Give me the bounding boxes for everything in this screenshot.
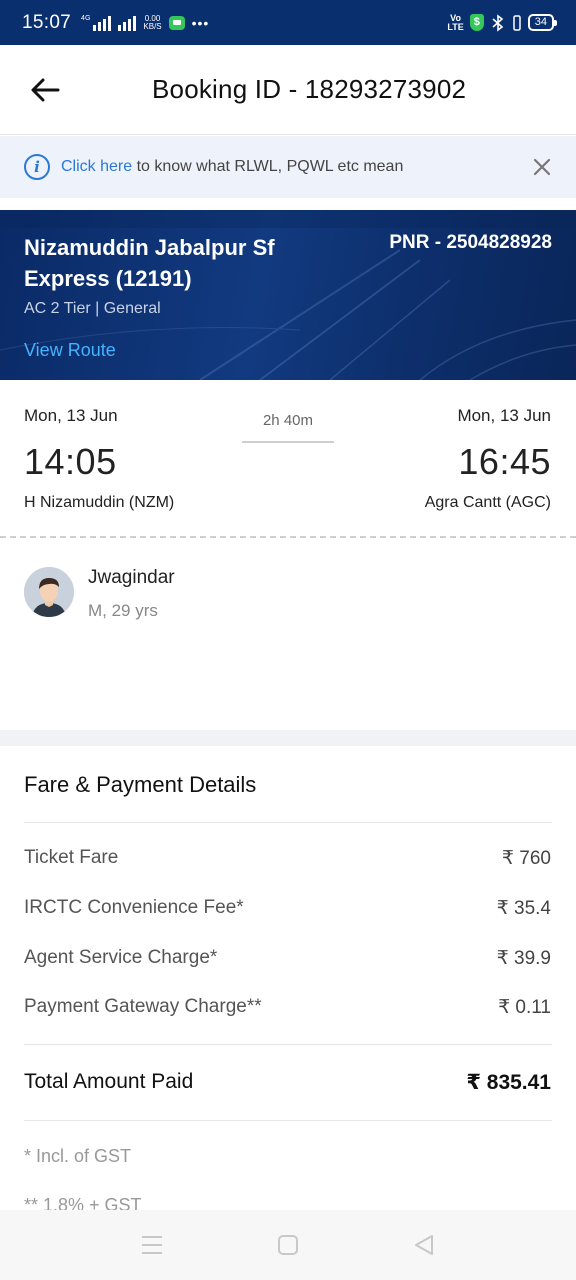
home-icon[interactable] [276,1234,300,1256]
info-icon: i [24,154,50,180]
battery-level: 34 [534,16,547,28]
fare-divider-bottom [24,1120,552,1121]
total-amount-label: Total Amount Paid [24,1070,194,1093]
fare-divider-middle [24,1044,552,1045]
bluetooth-icon [492,13,504,32]
vibrate-icon [513,14,521,31]
fare-row-value: ₹ 0.11 [498,997,551,1018]
departure-date: Mon, 13 Jun [24,406,118,425]
volte-bottom: LTE [447,21,464,32]
back-button[interactable] [0,45,90,135]
departure-time: 14:05 [24,441,117,482]
status-bar: 15:07 4G 0.00 KB/S ••• Vo LTE $ 34 [0,0,576,45]
status-time: 15:07 [22,11,72,33]
fare-section: Fare & Payment Details Ticket Fare ₹ 760… [0,746,576,1215]
info-text: Click here to know what RLWL, PQWL etc m… [61,158,403,176]
fare-row-value: ₹ 39.9 [496,948,551,969]
train-name: Nizamuddin Jabalpur Sf Express (12191) [24,235,275,291]
arrival-time: 16:45 [458,441,551,482]
more-dots-icon: ••• [191,14,210,31]
fare-row-label: IRCTC Convenience Fee* [24,897,244,918]
duration-line [242,441,334,443]
view-route-link[interactable]: View Route [24,340,116,361]
message-icon [168,15,185,30]
back-triangle-icon[interactable] [412,1234,436,1256]
passenger-card: Jwagindar M, 29 yrs [0,540,576,730]
click-here-link[interactable]: Click here [61,158,132,175]
passenger-name: Jwagindar [88,567,175,588]
status-right-icons: Vo LTE $ 34 [447,13,558,32]
speed-unit: KB/S [143,21,162,31]
close-banner-button[interactable] [528,153,556,181]
signal-icon-2 [118,15,137,31]
status-left-icons: 4G 0.00 KB/S ••• [81,14,210,31]
volte-icon: Vo LTE [447,13,464,32]
fare-row-label: Agent Service Charge* [24,947,218,968]
arrival-date: Mon, 13 Jun [457,406,551,425]
gst-note: * Incl. of GST [24,1146,132,1166]
fare-row-value: ₹ 760 [501,848,551,869]
journey-details: Mon, 13 Jun 14:05 H Nizamuddin (NZM) 2h … [0,380,576,536]
fare-row-label: Ticket Fare [24,847,119,868]
total-amount-value: ₹ 835.41 [466,1071,551,1094]
system-nav-bar [0,1210,576,1280]
avatar [24,567,74,617]
info-banner: i Click here to know what RLWL, PQWL etc… [0,136,576,198]
app-header: Booking ID - 18293273902 [0,45,576,135]
class-info: AC 2 Tier | General [24,300,161,317]
fare-row-value: ₹ 35.4 [496,898,551,919]
departure-station: H Nizamuddin (NZM) [24,494,175,511]
close-icon [533,158,551,176]
signal-icon: 4G [81,14,112,31]
avatar-person-icon [24,567,74,617]
pnr-number: PNR - 2504828928 [389,232,552,253]
passenger-meta: M, 29 yrs [88,601,158,620]
journey-duration: 2h 40m [262,412,314,429]
network-speed: 0.00 KB/S [143,14,162,31]
fare-divider-top [24,822,552,823]
arrival-station: Agra Cantt (AGC) [424,494,551,511]
fare-title: Fare & Payment Details [24,772,257,797]
section-gap [0,730,576,746]
info-description: to know what RLWL, PQWL etc mean [132,158,404,175]
network-type-label: 4G [81,14,91,22]
shield-icon: $ [469,14,484,31]
train-banner: Nizamuddin Jabalpur Sf Express (12191) P… [0,210,576,380]
battery-icon: 34 [527,14,558,31]
page-title: Booking ID - 18293273902 [152,74,467,104]
dashed-divider [0,536,576,538]
fare-row-label: Payment Gateway Charge** [24,996,262,1017]
back-arrow-icon [31,78,60,101]
menu-icon[interactable] [140,1234,164,1256]
